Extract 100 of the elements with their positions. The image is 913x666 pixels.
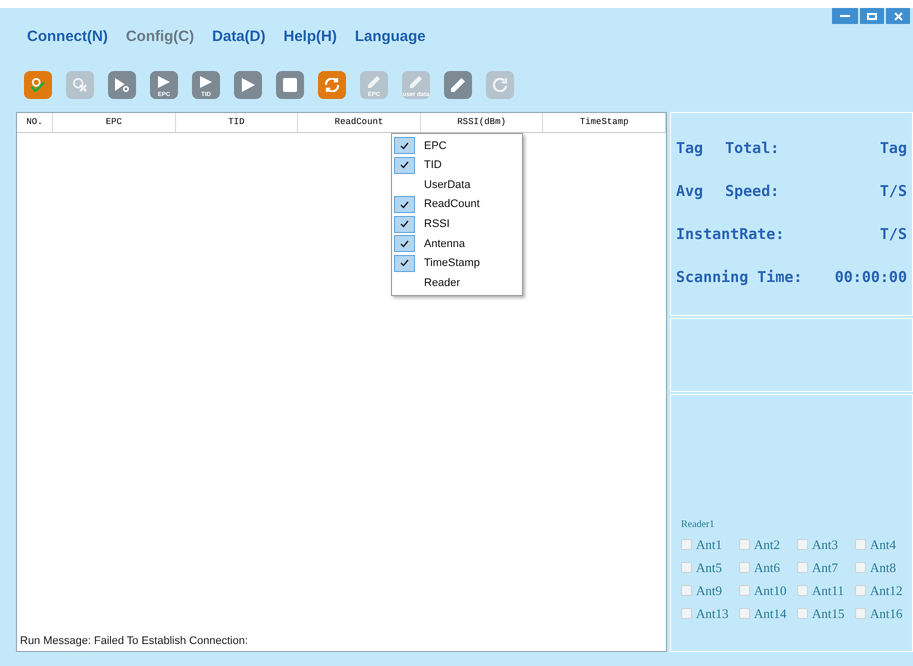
menu-item[interactable]: Data(D) (212, 26, 266, 52)
menu-option[interactable]: Antenna (392, 234, 522, 254)
column-header[interactable]: TimeStamp (543, 113, 666, 132)
toolbar-button[interactable] (108, 71, 136, 99)
option-label: Antenna (424, 236, 465, 252)
antenna-checkbox[interactable]: Ant6 (739, 558, 797, 577)
antenna-checkbox[interactable]: Ant8 (855, 558, 913, 577)
column-header[interactable]: RSSI(dBm) (420, 113, 544, 132)
antenna-label: Ant12 (870, 582, 902, 600)
check-icon (400, 142, 409, 150)
stat-label: Total: (725, 138, 780, 158)
toolbar-button[interactable] (276, 71, 304, 99)
menu-option[interactable]: RSSI (392, 214, 522, 234)
close-icon (894, 12, 902, 20)
antenna-label: Ant7 (812, 558, 838, 577)
antenna-label: Ant1 (696, 536, 722, 554)
stat-value: T/S (880, 181, 907, 201)
stat-value: 00:00:00 (834, 267, 907, 287)
disconnect-icon (73, 78, 87, 92)
antenna-label: Ant2 (754, 536, 780, 554)
checkbox[interactable] (797, 539, 808, 550)
stat-label: Scanning Time: (676, 267, 802, 287)
antenna-label: Ant16 (870, 604, 902, 623)
stat-label: Speed: (725, 181, 780, 201)
toolbar-button[interactable] (24, 71, 52, 99)
checkbox[interactable] (855, 585, 866, 596)
antenna-checkbox[interactable]: Ant13 (681, 604, 739, 623)
antenna-checkbox[interactable]: Ant4 (855, 535, 913, 554)
checkbox[interactable] (739, 608, 750, 619)
antenna-checkbox[interactable]: Ant9 (681, 581, 739, 600)
antenna-checkbox[interactable]: Ant15 (797, 604, 855, 623)
antenna-label: Ant6 (754, 558, 780, 577)
antenna-checkbox[interactable]: Ant10 (739, 581, 797, 600)
menu-option[interactable]: TimeStamp (392, 254, 522, 274)
antenna-checkbox[interactable]: Ant1 (681, 535, 739, 554)
option-label: TimeStamp (424, 256, 480, 272)
option-label: EPC (424, 138, 447, 154)
refresh-icon (325, 78, 339, 92)
checkbox[interactable] (681, 585, 692, 596)
antenna-label: Ant5 (696, 558, 722, 577)
option-label: TID (424, 158, 442, 174)
status-message: Run Message: Failed To Establish Connection: (19, 634, 249, 648)
column-header[interactable]: TID (176, 113, 298, 132)
stat-value: T/S (880, 224, 907, 244)
checkbox[interactable] (739, 585, 750, 596)
check-icon (400, 220, 409, 228)
antenna-checkbox[interactable]: Ant3 (797, 535, 855, 554)
checkbox[interactable] (681, 562, 692, 573)
toolbar-button[interactable] (318, 71, 346, 99)
option-label: RSSI (424, 216, 450, 232)
antenna-label: Ant15 (812, 604, 844, 623)
antenna-label: Ant8 (870, 558, 896, 577)
menu-option[interactable]: TID (392, 156, 522, 176)
toolbar-button[interactable] (444, 71, 472, 99)
checkbox[interactable] (797, 562, 808, 573)
stat-label: Tag (676, 138, 704, 158)
check-icon (400, 259, 409, 268)
column-header[interactable]: NO. (17, 113, 53, 132)
checkbox[interactable] (855, 562, 866, 573)
minimize-button[interactable] (832, 8, 858, 24)
antenna-checkbox[interactable]: Ant2 (739, 535, 797, 554)
play-tag-icon (158, 76, 170, 88)
antenna-checkbox[interactable]: Ant14 (739, 604, 797, 623)
menu-option[interactable]: ReadCount (392, 194, 522, 214)
checkbox[interactable] (681, 539, 692, 550)
antenna-checkbox[interactable]: Ant5 (681, 558, 739, 577)
close-button[interactable] (886, 8, 910, 24)
checkbox[interactable] (739, 562, 750, 573)
play-gear-icon (115, 78, 129, 92)
antenna-checkbox[interactable]: Ant12 (855, 581, 913, 600)
checkbox[interactable] (739, 539, 750, 550)
reader-label: Reader1 (681, 518, 716, 532)
toolbar-button[interactable] (234, 71, 262, 99)
menu-item[interactable]: Help(H) (283, 26, 337, 52)
menu-item[interactable]: Connect(N) (27, 26, 108, 52)
antenna-checkbox[interactable]: Ant7 (797, 558, 855, 577)
menu-option[interactable]: UserData (392, 175, 522, 195)
antenna-checkbox[interactable]: Ant16 (855, 604, 913, 623)
antenna-label: Ant9 (696, 582, 722, 600)
pencil-tag-icon (410, 76, 422, 88)
column-header[interactable]: EPC (53, 113, 176, 132)
menu-item[interactable]: Language (354, 26, 426, 52)
column-header[interactable]: ReadCount (298, 113, 421, 132)
stat-label: Avg (676, 181, 704, 201)
menu-option[interactable]: EPC (392, 136, 522, 156)
play-tag-icon (200, 76, 212, 88)
maximize-button[interactable] (860, 8, 884, 24)
checkbox[interactable] (797, 608, 808, 619)
menu-option[interactable]: Reader (392, 273, 522, 293)
reset-icon (493, 78, 507, 92)
checkbox[interactable] (681, 608, 692, 619)
pencil-icon (451, 78, 465, 92)
antenna-label: Ant3 (812, 536, 838, 554)
checkbox[interactable] (855, 539, 866, 550)
antenna-checkbox[interactable]: Ant11 (797, 581, 855, 600)
checkbox[interactable] (855, 608, 866, 619)
antenna-label: Ant14 (754, 604, 786, 623)
pencil-tag-icon (368, 76, 380, 88)
stat-value: Tag (880, 138, 907, 158)
checkbox[interactable] (797, 585, 808, 596)
